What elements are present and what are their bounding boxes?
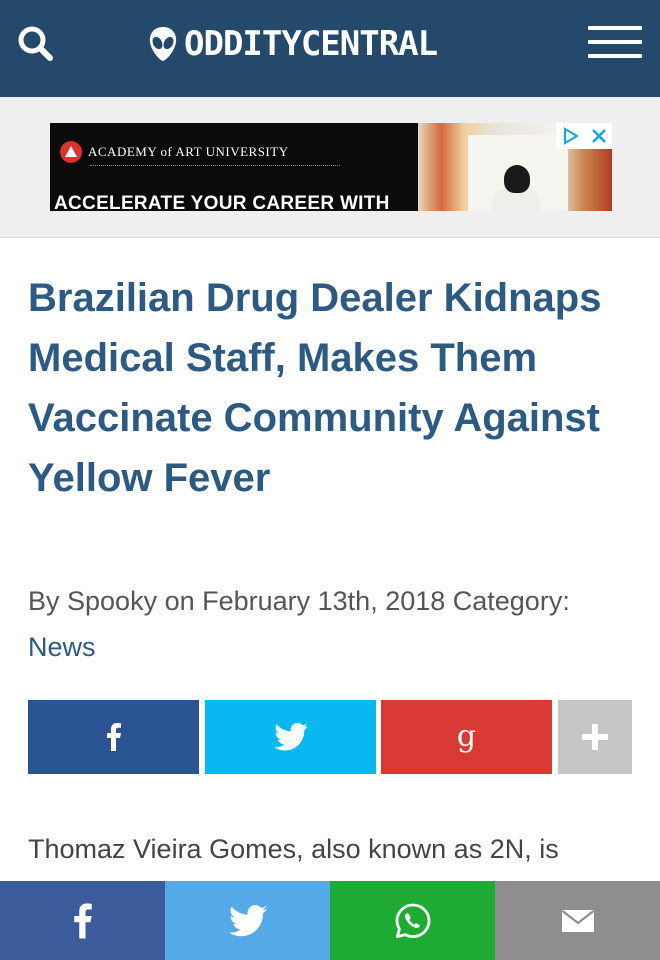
advertisement-banner[interactable]: ACADEMY of ART UNIVERSITY ACCELERATE YOU…	[50, 123, 612, 211]
share-google-plus-button[interactable]: g	[381, 700, 552, 774]
menu-button[interactable]	[588, 26, 642, 60]
bottom-share-whatsapp[interactable]	[330, 881, 495, 960]
twitter-icon	[228, 904, 267, 936]
ad-container: ACADEMY of ART UNIVERSITY ACCELERATE YOU…	[0, 97, 660, 237]
close-icon[interactable]	[590, 127, 608, 145]
category-link[interactable]: News	[28, 632, 96, 662]
alien-head-icon	[149, 27, 177, 61]
bottom-share-bar	[0, 881, 660, 960]
facebook-icon	[73, 903, 92, 938]
hamburger-menu-icon	[588, 26, 642, 30]
search-button[interactable]	[16, 24, 56, 64]
share-facebook-button[interactable]	[28, 700, 199, 774]
article-meta: By Spooky on February 13th, 2018 Categor…	[28, 578, 638, 670]
article-title: Brazilian Drug Dealer Kidnaps Medical St…	[28, 276, 602, 500]
facebook-icon	[106, 723, 121, 751]
search-icon	[18, 26, 53, 61]
share-more-button[interactable]	[558, 700, 632, 774]
article-card: Brazilian Drug Dealer Kidnaps Medical St…	[0, 237, 660, 937]
bottom-share-facebook[interactable]	[0, 881, 165, 960]
ad-person-head	[504, 165, 530, 193]
logo-text: ODDITYCENTRAL	[184, 24, 438, 64]
hamburger-line	[588, 40, 642, 44]
article-body: Thomaz Vieira Gomes, also known as 2N, i…	[28, 834, 559, 864]
bottom-share-twitter[interactable]	[165, 881, 330, 960]
ad-brand-text: ACADEMY of ART UNIVERSITY	[88, 144, 289, 159]
whatsapp-icon	[395, 903, 430, 938]
article-byline: By Spooky on February 13th, 2018 Categor…	[28, 586, 570, 616]
site-header: ODDITYCENTRAL	[0, 0, 660, 97]
google-plus-icon: g	[456, 719, 477, 754]
bottom-share-email[interactable]	[495, 881, 660, 960]
mail-icon	[561, 909, 594, 932]
academy-logo-icon	[60, 141, 82, 163]
twitter-icon	[273, 723, 308, 751]
hamburger-line	[588, 54, 642, 58]
ad-brand: ACADEMY of ART UNIVERSITY	[60, 141, 289, 163]
ad-controls	[556, 123, 612, 149]
plus-icon	[582, 724, 608, 750]
site-logo[interactable]: ODDITYCENTRAL	[148, 22, 438, 66]
ad-headline: ACCELERATE YOUR CAREER WITH	[54, 193, 390, 211]
adchoices-icon[interactable]	[561, 126, 581, 146]
share-twitter-button[interactable]	[205, 700, 376, 774]
ad-divider	[90, 165, 340, 167]
